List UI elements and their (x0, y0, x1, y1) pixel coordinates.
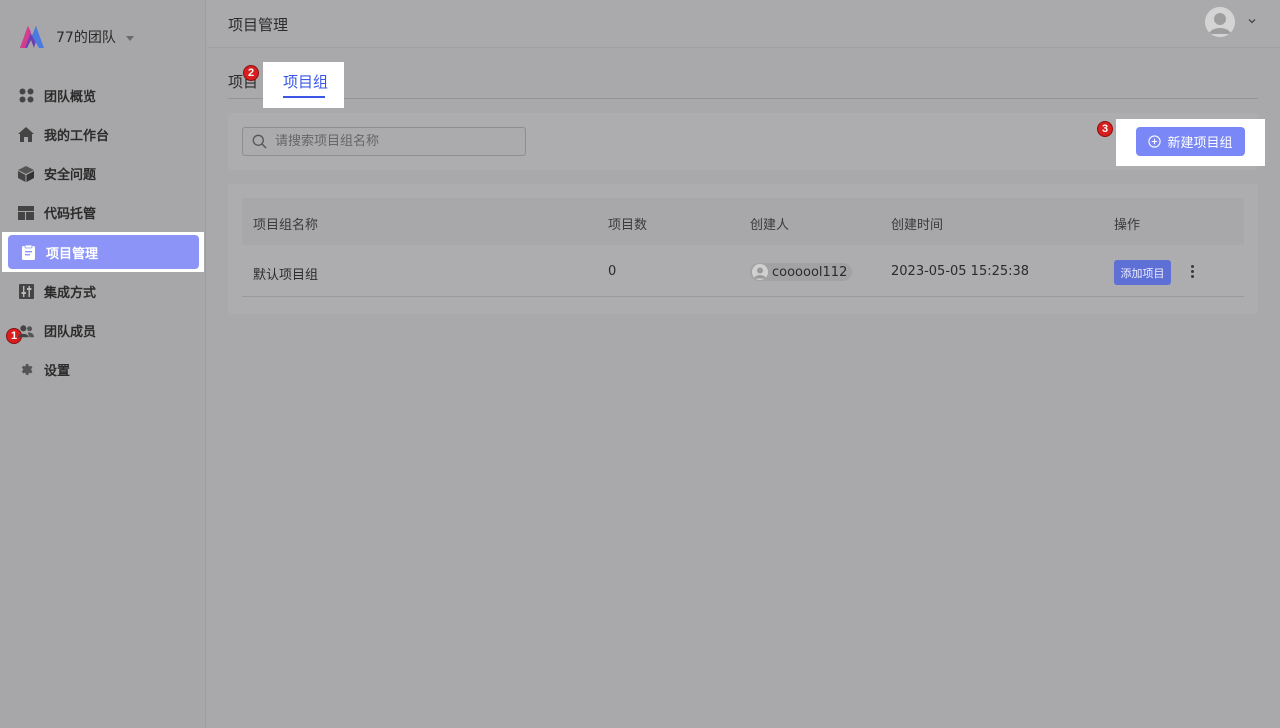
sidebar-item-label: 团队概览 (44, 90, 97, 105)
caret-down-icon (125, 35, 134, 41)
sidebar-item-label: 集成方式 (44, 286, 97, 301)
new-project-group-label: 新建项目组 (1167, 136, 1233, 151)
users-icon (18, 323, 34, 339)
avatar (752, 264, 768, 280)
annotation-badge-3: 3 (1097, 121, 1113, 137)
home-icon (18, 127, 34, 143)
plus-circle-icon (1148, 135, 1162, 148)
column-header-creator: 创建人 (750, 218, 790, 233)
sidebar-item-code-hosting[interactable]: 1 代码托管 (0, 193, 206, 344)
page-title: 项目管理 (228, 16, 289, 34)
filter-toolbar: 3 新建项目组 (228, 113, 1265, 170)
new-project-group-button[interactable]: 新建项目组 (1136, 127, 1245, 156)
sidebar-item-security[interactable]: 安全问题 (0, 154, 206, 193)
project-count: 0 (608, 264, 617, 279)
active-tab-indicator (283, 96, 325, 98)
sidebar-item-label: 代码托管 (44, 207, 97, 222)
top-header: 项目管理 (207, 0, 1280, 48)
new-group-highlight: 新建项目组 (1116, 119, 1265, 166)
creator-name: coooool112 (772, 264, 848, 280)
search-input[interactable] (275, 134, 515, 149)
tab-project-groups-label: 项目组 (283, 73, 329, 91)
more-actions-icon[interactable] (1184, 261, 1200, 281)
sidebar-item-label: 团队成员 (44, 325, 97, 340)
team-name: 77的团队 (56, 30, 116, 46)
creator-chip: coooool112 (750, 263, 853, 281)
sidebar-item-label: 安全问题 (44, 168, 97, 183)
chevron-down-icon[interactable] (1247, 16, 1257, 26)
layout-icon (18, 205, 34, 221)
sidebar-item-label: 项目管理 (46, 246, 99, 262)
sidebar-item-workbench[interactable]: 我的工作台 (0, 115, 206, 154)
grid-icon (18, 88, 34, 104)
sidebar: 77的团队 团队概览 我的工作台 安全问题 1 代码托管 项目管理 集成方式 团… (0, 0, 206, 728)
team-switcher[interactable]: 77的团队 (18, 22, 134, 52)
add-project-button[interactable]: 添加项目 (1114, 260, 1171, 285)
sidebar-item-members[interactable]: 团队成员 (0, 311, 206, 350)
tab-project-groups[interactable]: 项目组 (263, 62, 344, 108)
table-row: 默认项目组 0 coooool112 2023-05-05 15:25:38 添… (242, 247, 1244, 297)
sidebar-item-settings[interactable]: 设置 (0, 350, 206, 389)
sidebar-item-label: 我的工作台 (44, 129, 110, 144)
gear-icon (18, 362, 34, 378)
sidebar-item-overview[interactable]: 团队概览 (0, 76, 206, 115)
sidebar-item-integration[interactable]: 集成方式 (0, 272, 206, 311)
sidebar-item-label: 设置 (44, 364, 71, 379)
search-box (242, 127, 526, 156)
annotation-badge-2: 2 (243, 65, 259, 81)
avatar-icon (1205, 7, 1235, 37)
column-header-count: 项目数 (608, 218, 648, 233)
sliders-icon (18, 284, 34, 300)
sidebar-item-project-management[interactable]: 项目管理 (2, 232, 204, 272)
clipboard-icon (20, 244, 36, 260)
project-group-table: 项目组名称 项目数 创建人 创建时间 操作 默认项目组 0 coooool112… (228, 184, 1258, 314)
column-header-name: 项目组名称 (253, 218, 319, 233)
avatar-icon (752, 264, 768, 280)
table-header: 项目组名称 项目数 创建人 创建时间 操作 (242, 198, 1244, 245)
active-nav-pill: 项目管理 (8, 235, 199, 269)
team-logo-icon (20, 26, 44, 48)
user-avatar[interactable] (1205, 7, 1235, 37)
tab-bar: 项目 2 项目组 (228, 60, 1258, 108)
search-icon (252, 134, 267, 149)
created-time: 2023-05-05 15:25:38 (891, 264, 1030, 279)
cube-icon (18, 165, 34, 182)
sidebar-nav: 团队概览 我的工作台 安全问题 1 代码托管 项目管理 集成方式 团队成员 设置 (0, 76, 206, 389)
column-header-created-at: 创建时间 (891, 218, 944, 233)
column-header-actions: 操作 (1114, 218, 1141, 233)
group-name: 默认项目组 (253, 268, 319, 283)
